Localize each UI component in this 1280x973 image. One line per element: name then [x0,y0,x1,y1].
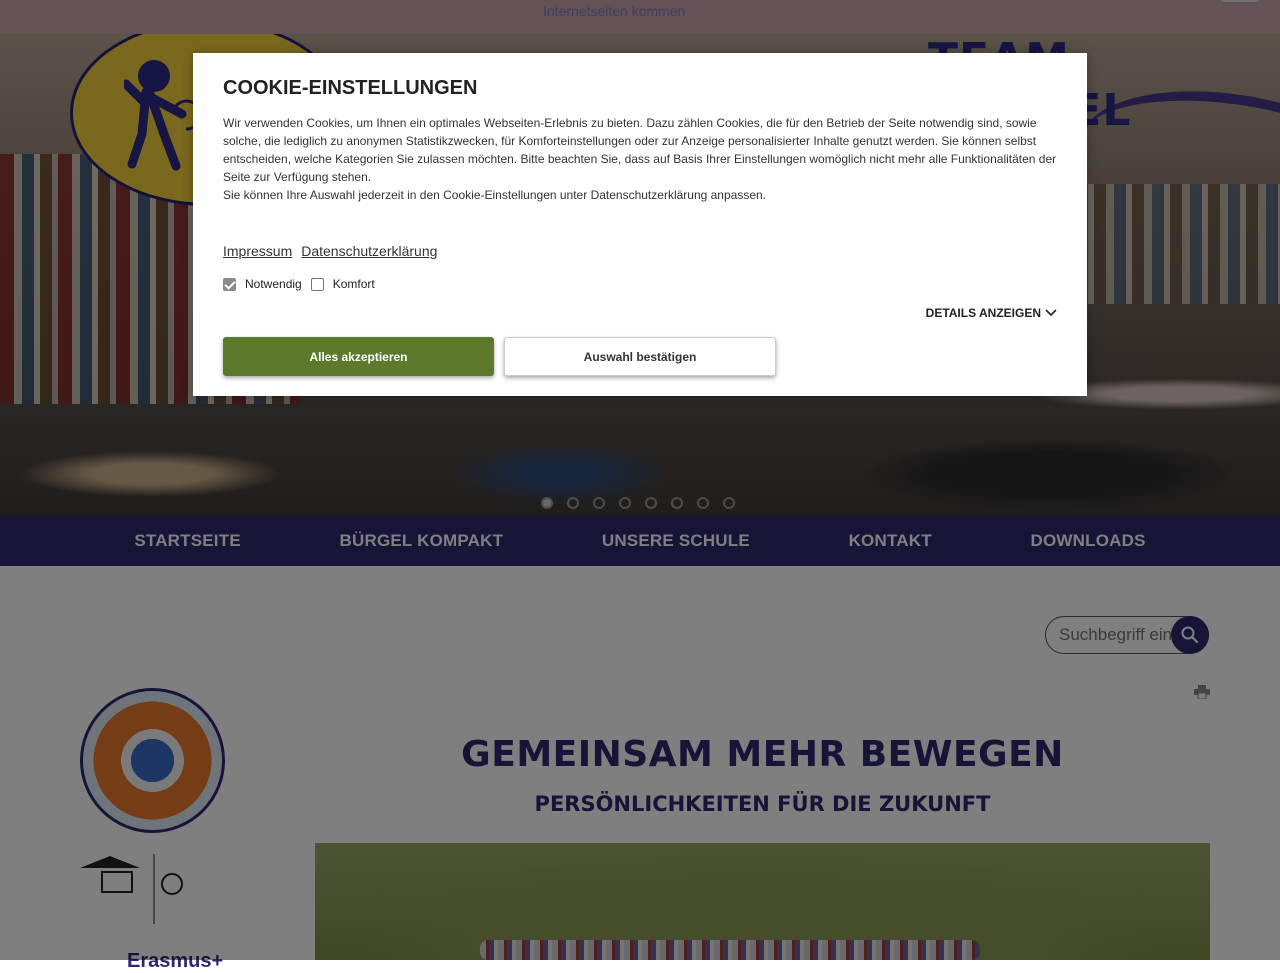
cookie-text-main: Wir verwenden Cookies, um Ihnen ein opti… [223,116,1057,184]
datenschutz-link[interactable]: Datenschutzerklärung [301,243,437,259]
cookie-dialog-text: Wir verwenden Cookies, um Ihnen ein opti… [223,114,1061,204]
comfort-checkbox[interactable] [310,277,324,291]
accept-all-button[interactable]: Alles akzeptieren [223,337,494,376]
cookie-dialog-title: COOKIE-EINSTELLUNGEN [223,77,478,99]
necessary-label: Notwendig [245,277,302,291]
cookie-text-secondary: Sie können Ihre Auswahl jederzeit in den… [223,188,767,202]
confirm-selection-button[interactable]: Auswahl bestätigen [504,337,776,376]
comfort-label: Komfort [332,277,375,291]
cookie-links: Impressum Datenschutzerklärung [223,243,437,259]
cookie-dialog: COOKIE-EINSTELLUNGEN Wir verwenden Cooki… [193,53,1087,396]
impressum-link[interactable]: Impressum [223,243,292,259]
cookie-categories: Notwendig Komfort [223,277,375,291]
necessary-checkbox[interactable] [223,277,236,291]
chevron-down-icon [1045,309,1057,317]
details-toggle[interactable]: DETAILS ANZEIGEN [926,306,1057,320]
details-label: DETAILS ANZEIGEN [925,306,1041,320]
